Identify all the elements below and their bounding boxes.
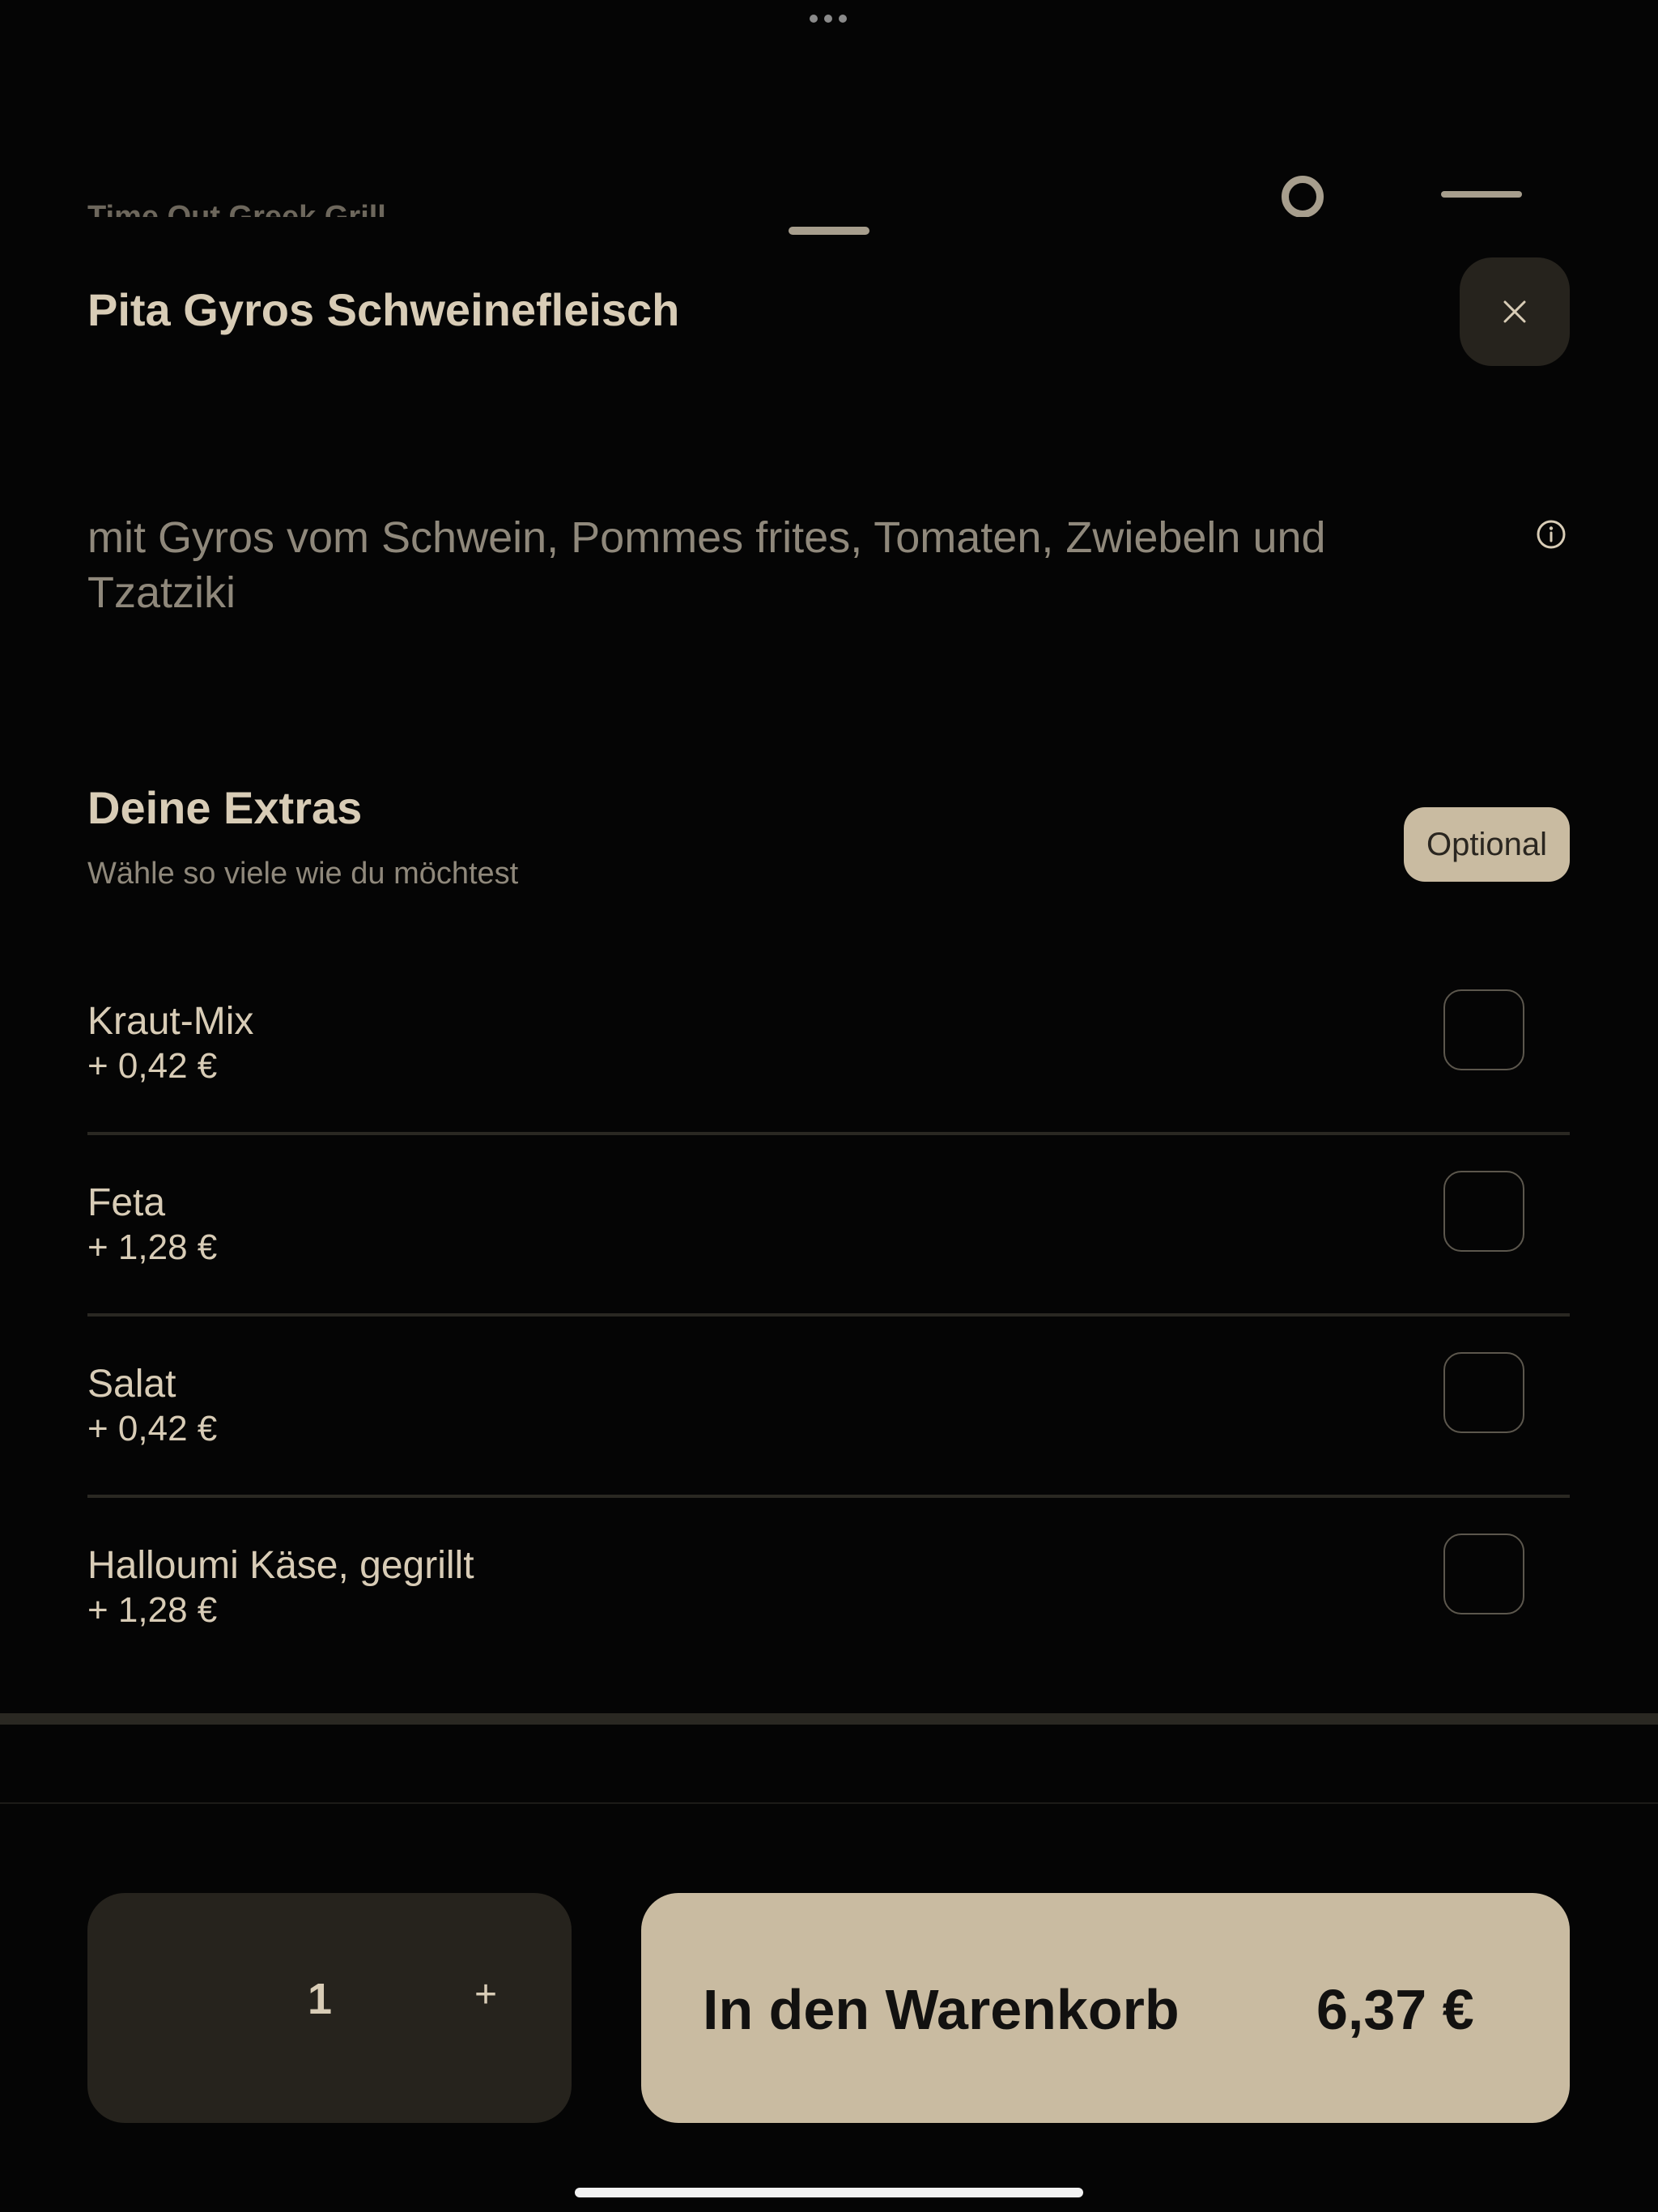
extra-option-name: Feta [87,1181,166,1224]
extra-option-feta[interactable]: Feta + 1,28 € [87,1171,1570,1362]
option-divider [87,1132,1570,1135]
extra-option-name: Salat [87,1363,176,1406]
extra-option-halloumi[interactable]: Halloumi Käse, gegrillt + 1,28 € [87,1534,1570,1725]
extra-option-price: + 0,42 € [87,1046,218,1086]
extras-subtitle: Wähle so viele wie du möchtest [87,857,519,891]
extras-title: Deine Extras [87,782,363,833]
extra-option-price: + 1,28 € [87,1590,218,1630]
optional-badge: Optional [1404,807,1570,882]
increase-quantity-button[interactable]: + [470,1972,502,2017]
extra-option-name: Kraut-Mix [87,1000,254,1043]
profile-ring-icon[interactable] [1282,176,1324,218]
extra-option-salat[interactable]: Salat + 0,42 € [87,1352,1570,1543]
extra-option-checkbox[interactable] [1443,1534,1524,1614]
option-divider [87,1313,1570,1317]
multitasking-dots-icon[interactable] [810,15,848,23]
extra-option-kraut-mix[interactable]: Kraut-Mix + 0,42 € [87,989,1570,1180]
extra-option-checkbox[interactable] [1443,989,1524,1070]
home-indicator[interactable] [575,2188,1083,2197]
extra-option-checkbox[interactable] [1443,1171,1524,1252]
extra-option-price: + 1,28 € [87,1227,218,1267]
extra-option-price: + 0,42 € [87,1409,218,1448]
footer-line [0,1802,1658,1804]
extra-option-name: Halloumi Käse, gegrillt [87,1544,474,1587]
cart-total-price: 6,37 € [1316,1978,1474,2041]
extra-option-checkbox[interactable] [1443,1352,1524,1433]
close-icon [1503,300,1526,323]
menu-icon[interactable] [1441,191,1522,198]
sheet-grabber[interactable] [789,227,869,235]
restaurant-title: Time Out Greek Grill [87,200,386,217]
info-icon[interactable] [1535,518,1567,551]
quantity-value: 1 [308,1975,333,2023]
close-button[interactable] [1460,257,1570,366]
product-title: Pita Gyros Schweinefleisch [87,284,680,335]
add-to-cart-label: In den Warenkorb [703,1978,1180,2041]
footer-separator [0,1713,1658,1725]
option-divider [87,1495,1570,1498]
product-description: mit Gyros vom Schwein, Pommes frites, To… [87,513,1326,617]
